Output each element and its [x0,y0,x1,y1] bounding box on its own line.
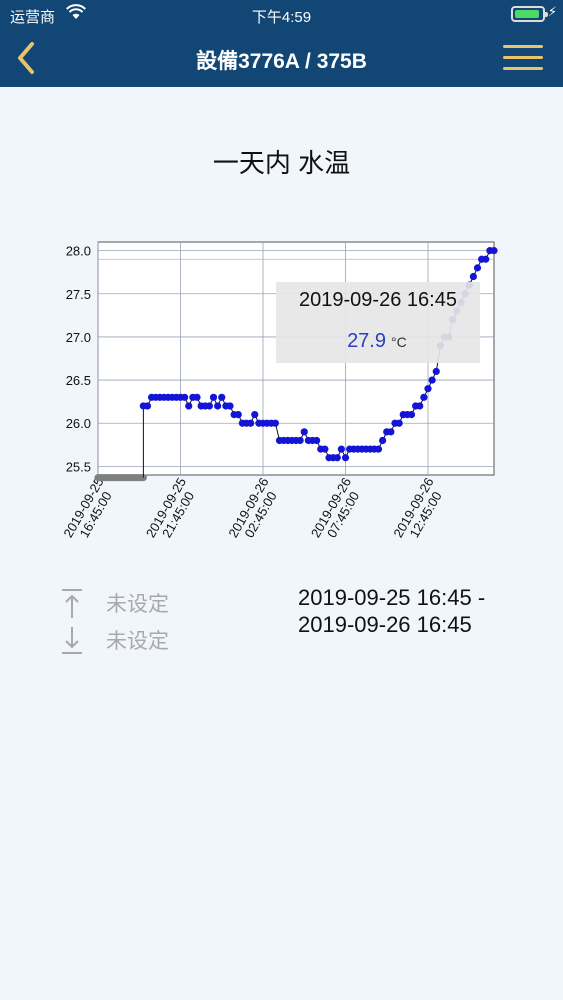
lower-limit-icon [62,627,82,654]
lower-limit-row: 未设定 [60,623,260,654]
y-tick-label: 27.0 [66,330,91,345]
lower-limit-label: 未设定 [106,630,169,653]
data-point [321,445,329,453]
x-tick-labels: 2019-09-2516:45:00 2019-09-2521:45:00 2019… [60,475,444,540]
y-tick-label: 27.5 [66,287,91,302]
nav-bar: 运营商 下午4:59 ⚡ 設備3776A / 375B [0,0,563,87]
data-point [341,454,350,462]
x-tick-label: 2019-09-2602:45:00 [225,475,279,540]
data-point [271,419,279,427]
y-tick-label: 26.0 [66,416,91,431]
x-tick-label: 2019-09-2607:45:00 [308,475,362,540]
data-point [432,367,440,376]
temperature-chart: 25.5 26.0 26.5 27.0 27.5 28.0 2019-09-2516:45… [60,241,498,540]
charging-icon: ⚡ [547,4,557,19]
data-point [469,272,477,281]
menu-button[interactable] [503,44,545,72]
status-time: 下午4:59 [251,9,312,26]
data-point [218,393,226,401]
tooltip-datetime: 2019-09-26 16:45 [299,289,457,311]
data-point [337,445,345,453]
data-point [300,428,308,436]
data-point [424,385,432,393]
data-point [226,402,234,410]
data-point [296,436,304,445]
data-point [473,264,482,272]
data-point [193,393,201,401]
data-point [374,445,383,453]
tooltip-unit: °C [391,334,407,350]
data-point [313,436,321,445]
tooltip: 2019-09-26 16:45 27.9 °C [276,282,480,363]
data-point [490,247,498,255]
page-title: 設備3776A / 375B [196,50,367,73]
data-point [416,402,424,410]
x-tick-label: 2019-09-2521:45:00 [143,475,197,540]
data-point [333,454,341,462]
data-point [234,410,242,419]
data-point [395,419,403,427]
battery-icon [511,6,548,22]
data-point [482,255,490,263]
data-point [379,436,387,445]
data-point [387,428,395,436]
data-point [214,402,222,410]
data-point [185,402,193,410]
range-start: 2019-09-25 16:45 - [298,585,486,610]
tooltip-value: 27.9 [347,330,386,352]
data-point [205,402,213,410]
status-bar: 运营商 下午4:59 ⚡ [0,0,563,30]
upper-limit-row: 未设定 [60,586,260,618]
y-tick-label: 28.0 [66,244,91,259]
x-tick-label: 2019-09-2516:45:00 [60,475,114,540]
data-point [428,376,436,384]
data-point [420,393,428,401]
upper-limit-icon [62,589,82,618]
chart-title: 一天内 水温 [212,148,351,178]
y-tick-label: 25.5 [66,459,91,474]
x-tick-label: 2019-09-2612:45:00 [390,475,444,540]
upper-limit-label: 未设定 [106,593,169,616]
data-point [143,402,152,410]
data-point [407,410,416,419]
y-tick-labels: 25.5 26.0 26.5 27.0 27.5 28.0 [66,244,91,475]
data-point [251,410,259,419]
data-point [209,393,218,401]
range-end: 2019-09-26 16:45 [298,612,472,637]
data-point [181,393,189,401]
data-point [247,419,255,427]
y-tick-label: 26.5 [66,373,91,388]
date-range: 2019-09-25 16:45 - 2019-09-26 16:45 [298,584,485,638]
